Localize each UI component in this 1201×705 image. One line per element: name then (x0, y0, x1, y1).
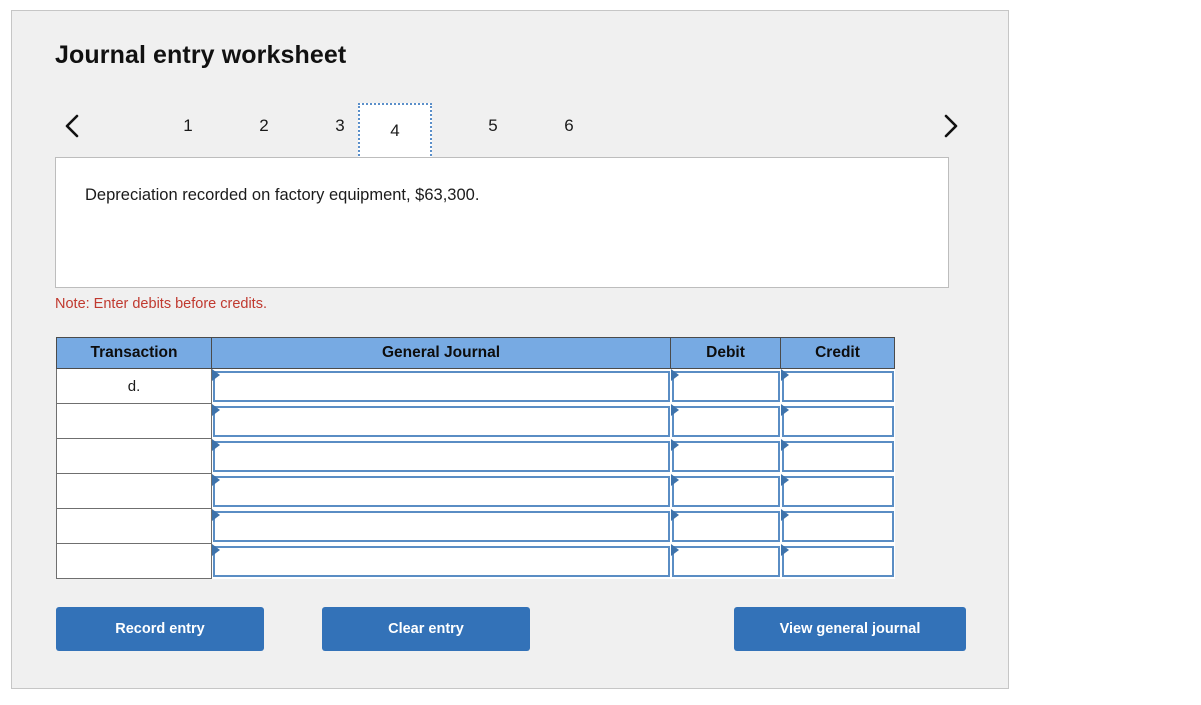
dropdown-arrow-icon[interactable] (780, 543, 789, 556)
clear-entry-button[interactable]: Clear entry (322, 607, 530, 651)
debit-input-row-2[interactable] (670, 403, 781, 439)
dropdown-arrow-icon[interactable] (212, 543, 220, 556)
dropdown-arrow-icon[interactable] (212, 473, 220, 486)
transaction-label-row-5 (56, 508, 212, 544)
transaction-label-row-6 (56, 543, 212, 579)
transaction-label-row-1: d. (56, 368, 212, 404)
table-row (56, 438, 895, 474)
page-tab-5[interactable]: 5 (466, 103, 520, 149)
general-journal-field-row-4[interactable] (213, 475, 670, 507)
column-header-general-journal: General Journal (211, 337, 671, 369)
general-journal-input-row-5[interactable] (211, 508, 671, 544)
credit-input-row-2[interactable] (780, 403, 895, 439)
general-journal-input-row-4[interactable] (211, 473, 671, 509)
dropdown-arrow-icon[interactable] (212, 403, 220, 416)
general-journal-input-row-6[interactable] (211, 543, 671, 579)
general-journal-input-row-3[interactable] (211, 438, 671, 474)
debit-input-row-1[interactable] (670, 368, 781, 404)
table-row (56, 473, 895, 509)
chevron-left-icon[interactable] (55, 107, 89, 145)
debit-input-row-6[interactable] (670, 543, 781, 579)
table-row (56, 403, 895, 439)
record-entry-button[interactable]: Record entry (56, 607, 264, 651)
general-journal-field-row-5[interactable] (213, 510, 670, 542)
dropdown-arrow-icon[interactable] (780, 473, 789, 486)
table-row (56, 543, 895, 579)
column-header-credit: Credit (780, 337, 895, 369)
page-tab-6[interactable]: 6 (542, 103, 596, 149)
transaction-description-box: Depreciation recorded on factory equipme… (55, 157, 949, 288)
debit-input-row-5[interactable] (670, 508, 781, 544)
general-journal-input-row-1[interactable] (211, 368, 671, 404)
credit-field-row-1[interactable] (781, 371, 894, 402)
transaction-description-text: Depreciation recorded on factory equipme… (85, 186, 480, 204)
column-header-transaction: Transaction (56, 337, 212, 369)
dropdown-arrow-icon[interactable] (670, 508, 679, 521)
credit-field-row-4[interactable] (781, 475, 894, 507)
credit-input-row-1[interactable] (780, 368, 895, 404)
debit-input-row-4[interactable] (670, 473, 781, 509)
credit-input-row-6[interactable] (780, 543, 895, 579)
transaction-label-row-2 (56, 403, 212, 439)
dropdown-arrow-icon[interactable] (670, 543, 679, 556)
journal-entry-table: Transaction General Journal Debit Credit… (56, 337, 895, 579)
table-row: d. (56, 368, 895, 404)
general-journal-field-row-1[interactable] (213, 371, 670, 402)
debit-field-row-3[interactable] (671, 440, 780, 472)
debit-field-row-6[interactable] (671, 545, 780, 577)
general-journal-field-row-2[interactable] (213, 405, 670, 437)
dropdown-arrow-icon[interactable] (670, 403, 679, 416)
table-row (56, 508, 895, 544)
credit-field-row-2[interactable] (781, 405, 894, 437)
journal-entry-panel: Journal entry worksheet 1 2 3 4 5 6 Depr… (11, 10, 1009, 689)
general-journal-input-row-2[interactable] (211, 403, 671, 439)
column-header-debit: Debit (670, 337, 781, 369)
debit-field-row-5[interactable] (671, 510, 780, 542)
credit-field-row-5[interactable] (781, 510, 894, 542)
credit-input-row-4[interactable] (780, 473, 895, 509)
page-tab-1[interactable]: 1 (161, 103, 215, 149)
credit-field-row-6[interactable] (781, 545, 894, 577)
page-tab-2[interactable]: 2 (237, 103, 291, 149)
debit-field-row-1[interactable] (671, 371, 780, 402)
debit-field-row-2[interactable] (671, 405, 780, 437)
debit-field-row-4[interactable] (671, 475, 780, 507)
dropdown-arrow-icon[interactable] (670, 369, 679, 381)
chevron-right-icon[interactable] (933, 107, 967, 145)
page-title: Journal entry worksheet (55, 41, 347, 69)
dropdown-arrow-icon[interactable] (780, 403, 789, 416)
transaction-label-row-3 (56, 438, 212, 474)
table-header-row: Transaction General Journal Debit Credit (56, 337, 895, 369)
debits-before-credits-note: Note: Enter debits before credits. (55, 296, 267, 312)
dropdown-arrow-icon[interactable] (780, 369, 789, 381)
worksheet-pager: 1 2 3 4 5 6 (55, 99, 967, 161)
dropdown-arrow-icon[interactable] (212, 508, 220, 521)
dropdown-arrow-icon[interactable] (212, 438, 220, 451)
general-journal-field-row-6[interactable] (213, 545, 670, 577)
general-journal-field-row-3[interactable] (213, 440, 670, 472)
page-tab-4[interactable]: 4 (358, 103, 432, 159)
dropdown-arrow-icon[interactable] (670, 473, 679, 486)
credit-input-row-5[interactable] (780, 508, 895, 544)
debit-input-row-3[interactable] (670, 438, 781, 474)
credit-field-row-3[interactable] (781, 440, 894, 472)
dropdown-arrow-icon[interactable] (780, 508, 789, 521)
transaction-label-row-4 (56, 473, 212, 509)
dropdown-arrow-icon[interactable] (670, 438, 679, 451)
dropdown-arrow-icon[interactable] (212, 369, 220, 381)
credit-input-row-3[interactable] (780, 438, 895, 474)
dropdown-arrow-icon[interactable] (780, 438, 789, 451)
view-general-journal-button[interactable]: View general journal (734, 607, 966, 651)
